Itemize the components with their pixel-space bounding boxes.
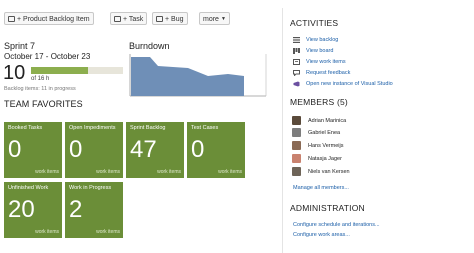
activity-link[interactable]: View backlog xyxy=(306,36,338,44)
member-name: Gabriel Enea xyxy=(308,130,341,136)
tile-value: 0 xyxy=(8,136,22,163)
sprint-progress-bar xyxy=(31,67,123,74)
burndown-chart[interactable] xyxy=(128,52,268,98)
board-icon xyxy=(293,48,300,54)
members-title: MEMBERS (5) xyxy=(290,97,348,107)
sprint-completed-hours: 10 xyxy=(3,62,26,84)
tile-value: 0 xyxy=(191,136,205,163)
manage-members-link[interactable]: Manage all members... xyxy=(293,185,349,191)
burndown-title[interactable]: Burndown xyxy=(129,41,170,51)
tile-unit: work items xyxy=(96,169,120,175)
product-backlog-item-icon xyxy=(8,16,15,22)
chevron-down-icon: ▼ xyxy=(220,16,226,22)
tile-unit: work items xyxy=(157,169,181,175)
sprint-progress-fill xyxy=(31,67,89,74)
activities-title: ACTIVITIES xyxy=(290,18,339,28)
member-name: Niels van Kersen xyxy=(308,169,350,175)
column-divider xyxy=(282,8,283,253)
list-icon xyxy=(293,37,300,43)
tile-work-in-progress[interactable]: Work in Progress 2 work items xyxy=(65,182,123,238)
member-name: Adrian Marinica xyxy=(308,118,347,124)
work-items-icon xyxy=(293,59,300,65)
burndown-remaining-area xyxy=(131,57,244,96)
administration-title: ADMINISTRATION xyxy=(290,203,365,213)
new-product-backlog-item-button[interactable]: + Product Backlog Item xyxy=(4,12,94,25)
tile-open-impediments[interactable]: Open Impediments 0 work items xyxy=(65,122,123,178)
tile-value: 0 xyxy=(69,136,83,163)
tile-value: 47 xyxy=(130,136,157,163)
avatar xyxy=(292,128,301,137)
tile-unit: work items xyxy=(35,169,59,175)
tile-unit: work items xyxy=(96,229,120,235)
new-task-button[interactable]: + Task xyxy=(110,12,148,25)
tile-unfinished-work[interactable]: Unfinished Work 20 work items xyxy=(4,182,62,238)
activity-link[interactable]: View work items xyxy=(306,58,346,66)
activity-link[interactable]: View board xyxy=(306,47,333,55)
member-name: Natasja Jager xyxy=(308,156,342,162)
task-icon xyxy=(114,16,121,22)
tile-label: Sprint Backlog xyxy=(130,125,166,131)
configure-schedule-link[interactable]: Configure schedule and iterations... xyxy=(293,222,380,228)
sprint-total-hours: of 16 h xyxy=(31,76,50,82)
tile-test-cases[interactable]: Test Cases 0 work items xyxy=(187,122,245,178)
tile-label: Unfinished Work xyxy=(8,185,49,191)
avatar xyxy=(292,167,301,176)
sprint-dates: October 17 - October 23 xyxy=(4,52,91,61)
tile-value: 20 xyxy=(8,196,35,223)
backlog-status: Backlog items: 11 in progress xyxy=(4,86,76,92)
team-favorites-title: TEAM FAVORITES xyxy=(4,99,83,109)
new-bug-button[interactable]: + Bug xyxy=(152,12,188,25)
avatar xyxy=(292,141,301,150)
avatar xyxy=(292,116,301,125)
tile-label: Test Cases xyxy=(191,125,219,131)
member-name: Hans Vermeijs xyxy=(308,143,344,149)
tile-label: Booked Tasks xyxy=(8,125,43,131)
visual-studio-icon xyxy=(293,81,300,87)
tile-label: Work in Progress xyxy=(69,185,112,191)
tile-unit: work items xyxy=(218,169,242,175)
more-menu-button[interactable]: more ▼ xyxy=(199,12,230,25)
bug-icon xyxy=(156,16,163,22)
activity-link[interactable]: Request feedback xyxy=(306,69,350,77)
feedback-icon xyxy=(293,70,300,76)
tile-sprint-backlog[interactable]: Sprint Backlog 47 work items xyxy=(126,122,184,178)
tile-booked-tasks[interactable]: Booked Tasks 0 work items xyxy=(4,122,62,178)
configure-work-areas-link[interactable]: Configure work areas... xyxy=(293,232,350,238)
tile-label: Open Impediments xyxy=(69,125,116,131)
sprint-title[interactable]: Sprint 7 xyxy=(4,41,35,51)
tile-value: 2 xyxy=(69,196,83,223)
avatar xyxy=(292,154,301,163)
activity-link[interactable]: Open new instance of Visual Studio xyxy=(306,80,393,88)
tile-unit: work items xyxy=(35,229,59,235)
